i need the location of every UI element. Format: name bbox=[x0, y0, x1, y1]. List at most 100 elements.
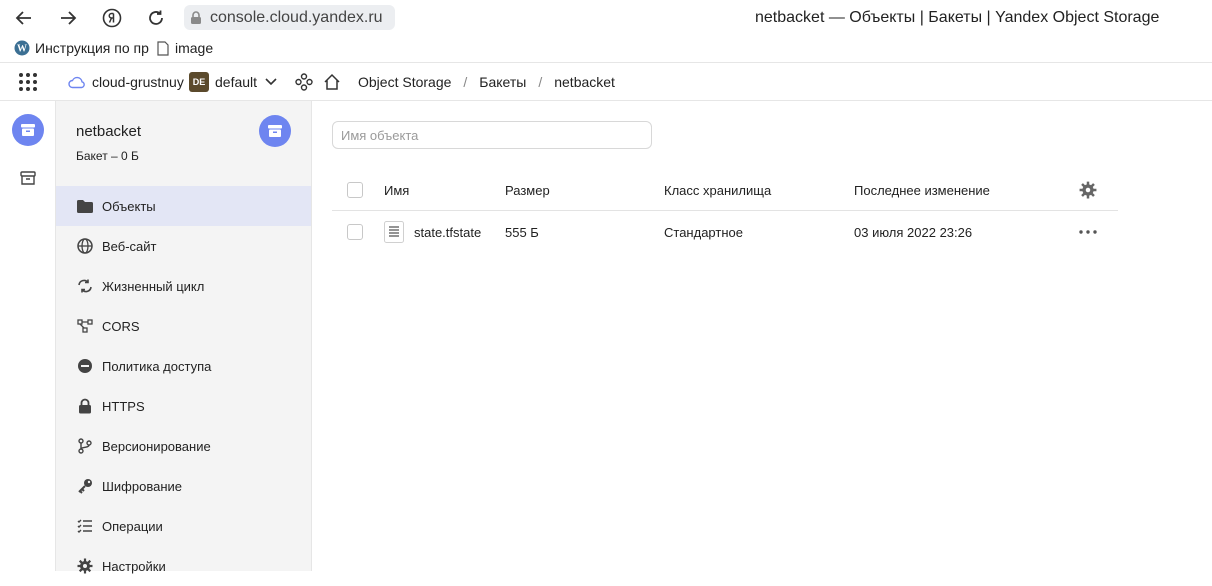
file-icon bbox=[384, 221, 404, 243]
reload-icon bbox=[149, 10, 163, 25]
services-icon bbox=[295, 73, 313, 91]
select-all-cell bbox=[347, 169, 363, 211]
bucket-icon-button[interactable] bbox=[259, 115, 291, 147]
gear-icon bbox=[76, 557, 94, 575]
row-actions-button[interactable] bbox=[1079, 211, 1097, 253]
table-header: Имя Размер Класс хранилища Последнее изм… bbox=[332, 169, 1118, 211]
folder-selector[interactable]: DE default bbox=[189, 63, 277, 101]
object-modified: 03 июля 2022 23:26 bbox=[854, 224, 973, 240]
sidebar-item-label: Шифрование bbox=[102, 478, 182, 494]
cloud-name: cloud-grustnuy bbox=[92, 74, 184, 90]
storage-icon bbox=[21, 124, 35, 136]
sidebar-item-objects[interactable]: Объекты bbox=[56, 186, 311, 226]
address-bar[interactable]: console.cloud.yandex.ru bbox=[184, 5, 395, 30]
chevron-down-icon bbox=[265, 78, 277, 86]
storage-icon bbox=[268, 125, 282, 137]
object-storage-class: Стандартное bbox=[664, 224, 743, 240]
objects-panel: Имя Размер Класс хранилища Последнее изм… bbox=[312, 101, 1212, 571]
yandex-logo-icon bbox=[102, 8, 122, 28]
sidebar-item-versioning[interactable]: Версионирование bbox=[56, 426, 311, 466]
folder-icon bbox=[76, 197, 94, 215]
select-all-checkbox[interactable] bbox=[347, 182, 363, 198]
cloud-icon bbox=[68, 76, 85, 89]
globe-icon bbox=[76, 237, 94, 255]
sidebar-item-cors[interactable]: CORS bbox=[56, 306, 311, 346]
sidebar-item-label: Жизненный цикл bbox=[102, 278, 205, 294]
sidebar-item-label: HTTPS bbox=[102, 398, 145, 414]
service-rail bbox=[0, 101, 56, 571]
sidebar-item-lifecycle[interactable]: Жизненный цикл bbox=[56, 266, 311, 306]
lock-icon bbox=[191, 10, 201, 24]
more-icon bbox=[1079, 230, 1097, 234]
back-button[interactable] bbox=[10, 4, 38, 32]
list-icon bbox=[76, 517, 94, 535]
grid-icon bbox=[19, 73, 37, 91]
bucket-sidebar: netbacket Бакет – 0 Б Объекты Веб-сайт Ж… bbox=[56, 101, 312, 574]
sidebar-item-label: Настройки bbox=[102, 558, 166, 574]
object-search-input[interactable] bbox=[332, 121, 652, 149]
bookmarks-bar: W Инструкция по пр image bbox=[0, 36, 1212, 62]
apps-menu-button[interactable] bbox=[18, 63, 38, 101]
cycle-icon bbox=[76, 277, 94, 295]
breadcrumb-bucket: netbacket bbox=[554, 74, 615, 90]
bucket-name: netbacket bbox=[76, 123, 142, 140]
bucket-info: Бакет – 0 Б bbox=[76, 149, 139, 163]
folder-badge: DE bbox=[189, 72, 209, 92]
table-settings-button[interactable] bbox=[1079, 169, 1097, 211]
column-name[interactable]: Имя bbox=[384, 169, 409, 211]
address-text: console.cloud.yandex.ru bbox=[210, 8, 383, 26]
object-size: 555 Б bbox=[505, 224, 539, 240]
table-row[interactable]: state.tfstate 555 Б Стандартное 03 июля … bbox=[332, 211, 1118, 253]
column-storage-class[interactable]: Класс хранилища bbox=[664, 169, 771, 211]
sidebar-item-label: Веб-сайт bbox=[102, 238, 157, 254]
bookmark-label: Инструкция по пр bbox=[35, 40, 149, 56]
sidebar-item-label: Версионирование bbox=[102, 438, 211, 454]
sidebar-item-encryption[interactable]: Шифрование bbox=[56, 466, 311, 506]
wordpress-icon: W bbox=[14, 40, 30, 56]
forward-button[interactable] bbox=[54, 4, 82, 32]
no-entry-icon bbox=[76, 357, 94, 375]
breadcrumb: Object Storage / Бакеты / netbacket bbox=[358, 63, 615, 101]
bookmark-instruction[interactable]: W Инструкция по пр bbox=[14, 40, 149, 56]
sidebar-item-https[interactable]: HTTPS bbox=[56, 386, 311, 426]
yandex-button[interactable] bbox=[98, 4, 126, 32]
console-header: cloud-grustnuy DE default Object Storage… bbox=[0, 62, 1212, 101]
lock-icon bbox=[76, 397, 94, 415]
document-icon bbox=[157, 40, 169, 56]
sidebar-item-access-policy[interactable]: Политика доступа bbox=[56, 346, 311, 386]
sidebar-item-operations[interactable]: Операции bbox=[56, 506, 311, 546]
column-modified[interactable]: Последнее изменение bbox=[854, 169, 990, 211]
reload-button[interactable] bbox=[142, 4, 170, 32]
object-storage-rail-button[interactable] bbox=[12, 114, 44, 146]
sidebar-item-settings[interactable]: Настройки bbox=[56, 546, 311, 586]
breadcrumb-buckets[interactable]: Бакеты bbox=[479, 74, 526, 90]
sidebar-menu: Объекты Веб-сайт Жизненный цикл CORS Пол… bbox=[56, 186, 311, 586]
breadcrumb-object-storage[interactable]: Object Storage bbox=[358, 74, 451, 90]
home-button[interactable] bbox=[323, 63, 341, 101]
home-icon bbox=[324, 73, 340, 90]
page-title: netbacket — Объекты | Бакеты | Yandex Ob… bbox=[755, 9, 1160, 26]
row-select-cell bbox=[347, 211, 363, 253]
key-icon bbox=[76, 477, 94, 495]
object-name-cell[interactable]: state.tfstate bbox=[384, 211, 481, 253]
row-checkbox[interactable] bbox=[347, 224, 363, 240]
rail-box-button[interactable] bbox=[19, 170, 37, 191]
browser-toolbar: console.cloud.yandex.ru netbacket — Объе… bbox=[0, 0, 1212, 36]
cors-icon bbox=[76, 317, 94, 335]
services-button[interactable] bbox=[295, 63, 313, 101]
sidebar-item-label: Политика доступа bbox=[102, 358, 212, 374]
gear-icon bbox=[1079, 181, 1097, 199]
box-icon bbox=[20, 171, 36, 185]
sidebar-item-website[interactable]: Веб-сайт bbox=[56, 226, 311, 266]
sidebar-item-label: CORS bbox=[102, 318, 140, 334]
forward-arrow-icon bbox=[61, 11, 77, 25]
cloud-selector[interactable]: cloud-grustnuy bbox=[68, 63, 184, 101]
bookmark-label: image bbox=[175, 40, 214, 56]
sidebar-item-label: Объекты bbox=[102, 198, 156, 214]
object-name: state.tfstate bbox=[414, 224, 482, 240]
breadcrumb-separator: / bbox=[463, 74, 468, 90]
bookmark-image[interactable]: image bbox=[157, 40, 213, 56]
column-size[interactable]: Размер bbox=[505, 169, 550, 211]
folder-name: default bbox=[215, 74, 258, 90]
objects-table: Имя Размер Класс хранилища Последнее изм… bbox=[332, 169, 1118, 253]
